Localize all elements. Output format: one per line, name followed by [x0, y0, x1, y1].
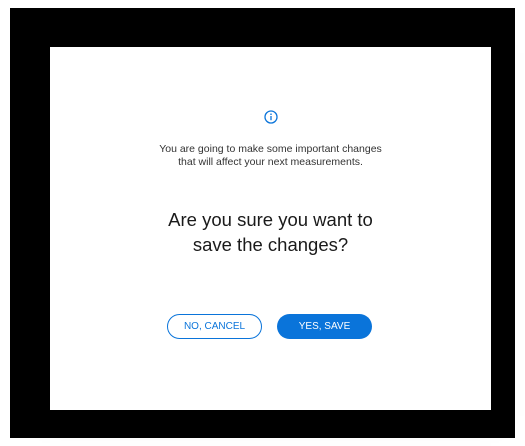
- cancel-button[interactable]: NO, CANCEL: [167, 314, 262, 339]
- dialog-message-line-1: You are going to make some important cha…: [159, 143, 382, 155]
- dialog-question-line-1: Are you sure you want to: [168, 209, 373, 230]
- info-icon: [263, 110, 278, 124]
- dialog-message-line-2: that will affect your next measurements.: [178, 156, 363, 168]
- dialog-message: You are going to make some important cha…: [50, 143, 491, 169]
- dialog-question: Are you sure you want to save the change…: [50, 207, 491, 257]
- confirmation-dialog: You are going to make some important cha…: [50, 47, 491, 410]
- dialog-question-line-2: save the changes?: [192, 234, 349, 255]
- save-button[interactable]: YES, SAVE: [277, 314, 372, 339]
